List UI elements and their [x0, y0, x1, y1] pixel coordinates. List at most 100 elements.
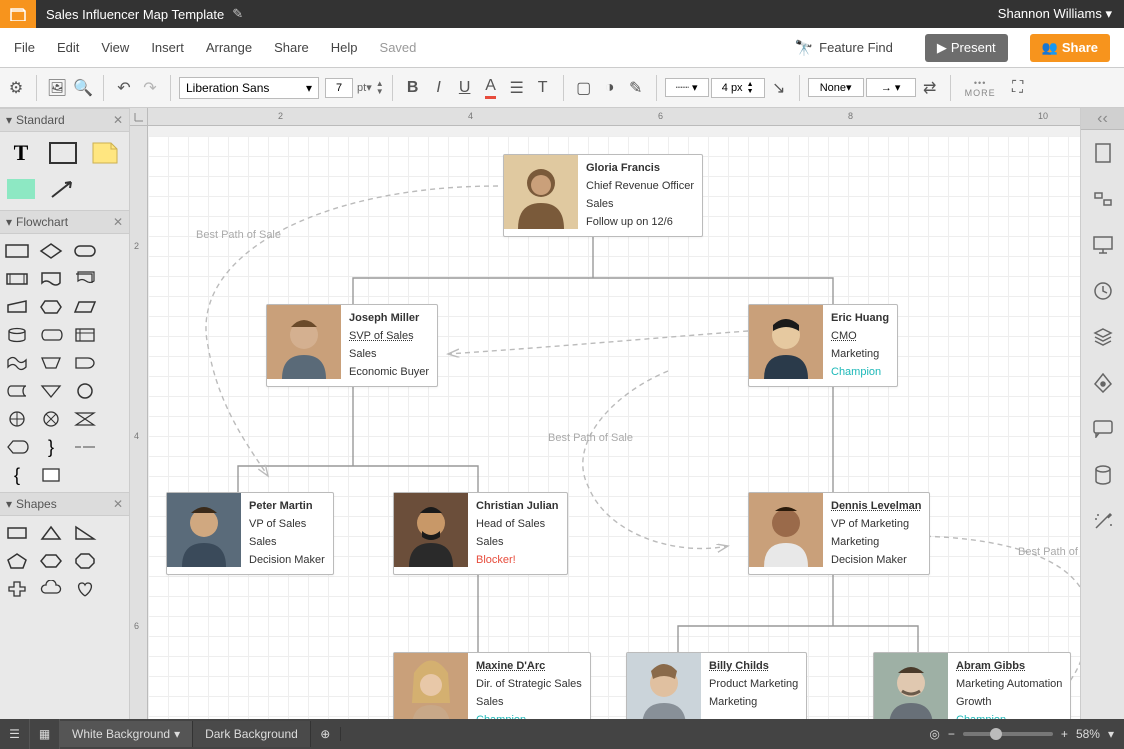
zoom-fit-icon[interactable]: ◎ [929, 727, 939, 741]
annotation-path3[interactable]: Best Path of Sale [1018, 546, 1080, 558]
menu-edit[interactable]: Edit [57, 40, 79, 55]
italic-icon[interactable]: I [427, 76, 451, 100]
swap-direction-icon[interactable]: ⇄ [918, 76, 942, 100]
fill-color-icon[interactable]: ◑ [598, 76, 622, 100]
shape-preparation[interactable] [38, 296, 64, 318]
align-icon[interactable]: ☰ [505, 76, 529, 100]
font-size-input[interactable] [325, 78, 353, 98]
zoom-out-icon[interactable]: − [948, 727, 955, 741]
dock-comments-icon[interactable] [1081, 176, 1124, 222]
shape-note[interactable] [88, 138, 122, 168]
shape-rect2[interactable] [4, 522, 30, 544]
menu-help[interactable]: Help [331, 40, 358, 55]
shape-connector[interactable] [72, 380, 98, 402]
shape-document[interactable] [38, 268, 64, 290]
document-title[interactable]: Sales Influencer Map Template [46, 7, 224, 22]
card-abram[interactable]: Abram Gibbs Marketing Automation Growth … [873, 652, 1071, 719]
present-button[interactable]: ▶Present [925, 34, 1008, 62]
shape-manual-input[interactable] [4, 296, 30, 318]
dock-layers-icon[interactable] [1081, 314, 1124, 360]
shape-manual-op[interactable] [38, 352, 64, 374]
user-menu[interactable]: Shannon Williams ▾ [986, 6, 1124, 22]
image-icon[interactable]: 🖼 [45, 76, 69, 100]
menu-arrange[interactable]: Arrange [206, 40, 252, 55]
card-peter[interactable]: Peter Martin VP of Sales Sales Decision … [166, 492, 334, 575]
shape-octagon[interactable] [72, 550, 98, 572]
search-icon[interactable]: 🔍 [71, 76, 95, 100]
shape-paper-tape[interactable] [4, 352, 30, 374]
ruler-vertical[interactable]: 2 4 6 [130, 126, 148, 719]
shape-arrow[interactable] [46, 174, 80, 204]
card-gloria[interactable]: Gloria Francis Chief Revenue Officer Sal… [503, 154, 703, 237]
bold-icon[interactable]: B [401, 76, 425, 100]
shape-outline-icon[interactable]: ▢ [572, 76, 596, 100]
shape-display[interactable] [4, 436, 30, 458]
collapse-dock-icon[interactable]: ‹‹ [1081, 108, 1124, 130]
card-joseph[interactable]: Joseph Miller SVP of Sales Sales Economi… [266, 304, 438, 387]
shape-text[interactable]: T [4, 138, 38, 168]
menu-share[interactable]: Share [274, 40, 309, 55]
shape-right-triangle[interactable] [72, 522, 98, 544]
font-unit[interactable]: pt ▾ [357, 81, 372, 94]
canvas[interactable]: Best Path of Sale Best Path of Sale Best… [148, 126, 1080, 719]
dock-chat-icon[interactable] [1081, 406, 1124, 452]
panel-section-shapes[interactable]: ▾ Shapes ✕ [0, 492, 129, 516]
dock-magic-icon[interactable] [1081, 498, 1124, 544]
feature-find[interactable]: 🔭 Feature Find [794, 39, 892, 57]
shape-process[interactable] [4, 240, 30, 262]
zoom-level[interactable]: 58% [1076, 727, 1100, 741]
arrow-end-select[interactable]: → ▾ [866, 78, 916, 97]
shape-rectangle[interactable] [46, 138, 80, 168]
shape-block[interactable] [4, 174, 38, 204]
panel-section-standard[interactable]: ▾ Standard ✕ [0, 108, 129, 132]
shape-decision[interactable] [38, 240, 64, 262]
annotation-path2[interactable]: Best Path of Sale [548, 432, 633, 444]
fullscreen-icon[interactable]: ⛶ [1006, 76, 1030, 100]
card-eric[interactable]: Eric Huang CMO Marketing Champion [748, 304, 898, 387]
zoom-in-icon[interactable]: + [1061, 727, 1068, 741]
size-down-icon[interactable]: ▼ [376, 88, 384, 96]
card-maxine[interactable]: Maxine D'Arc Dir. of Strategic Sales Sal… [393, 652, 591, 719]
shape-or[interactable] [4, 408, 30, 430]
shape-stored-data[interactable] [4, 380, 30, 402]
text-box-icon[interactable]: T [531, 76, 555, 100]
text-color-icon[interactable]: A [479, 76, 503, 100]
list-view-icon[interactable]: ☰ [0, 719, 30, 749]
line-color-icon[interactable]: ✎ [624, 76, 648, 100]
undo-icon[interactable]: ↶ [112, 76, 136, 100]
shape-collate[interactable] [72, 408, 98, 430]
shape-direct-data[interactable] [38, 324, 64, 346]
card-billy[interactable]: Billy Childs Product Marketing Marketing [626, 652, 807, 719]
line-style-select[interactable]: ┈┈ ▾ [665, 78, 709, 97]
menu-insert[interactable]: Insert [151, 40, 184, 55]
menu-view[interactable]: View [101, 40, 129, 55]
shape-cloud[interactable] [38, 578, 64, 600]
shape-note-short[interactable] [72, 436, 98, 458]
shape-data[interactable] [72, 296, 98, 318]
page-tab-dark[interactable]: Dark Background [193, 721, 311, 747]
shape-hexagon[interactable] [38, 550, 64, 572]
shape-heart[interactable] [72, 578, 98, 600]
shape-internal-storage[interactable] [72, 324, 98, 346]
app-logo[interactable] [0, 0, 36, 28]
grid-view-icon[interactable]: ▦ [30, 719, 60, 749]
shape-brace-right[interactable]: { [4, 464, 30, 486]
page-tab-white[interactable]: White Background ▾ [60, 721, 193, 747]
dock-history-icon[interactable] [1081, 268, 1124, 314]
shape-pentagon[interactable] [4, 550, 30, 572]
shape-delay[interactable] [72, 352, 98, 374]
close-icon[interactable]: ✕ [113, 215, 123, 229]
line-width-select[interactable]: 4 px ▲▼ [711, 78, 765, 98]
shape-summing[interactable] [38, 408, 64, 430]
shape-merge[interactable] [38, 380, 64, 402]
card-dennis[interactable]: Dennis Levelman VP of Marketing Marketin… [748, 492, 930, 575]
shape-terminator[interactable] [72, 240, 98, 262]
share-button[interactable]: 👥Share [1030, 34, 1110, 62]
arrow-start-select[interactable]: None ▾ [808, 78, 864, 97]
shape-cross[interactable] [4, 578, 30, 600]
panel-section-flowchart[interactable]: ▾ Flowchart ✕ [0, 210, 129, 234]
more-menu[interactable]: •••MORE [965, 78, 996, 98]
menu-file[interactable]: File [14, 40, 35, 55]
dock-cylinder-icon[interactable] [1081, 452, 1124, 498]
shape-database[interactable] [4, 324, 30, 346]
